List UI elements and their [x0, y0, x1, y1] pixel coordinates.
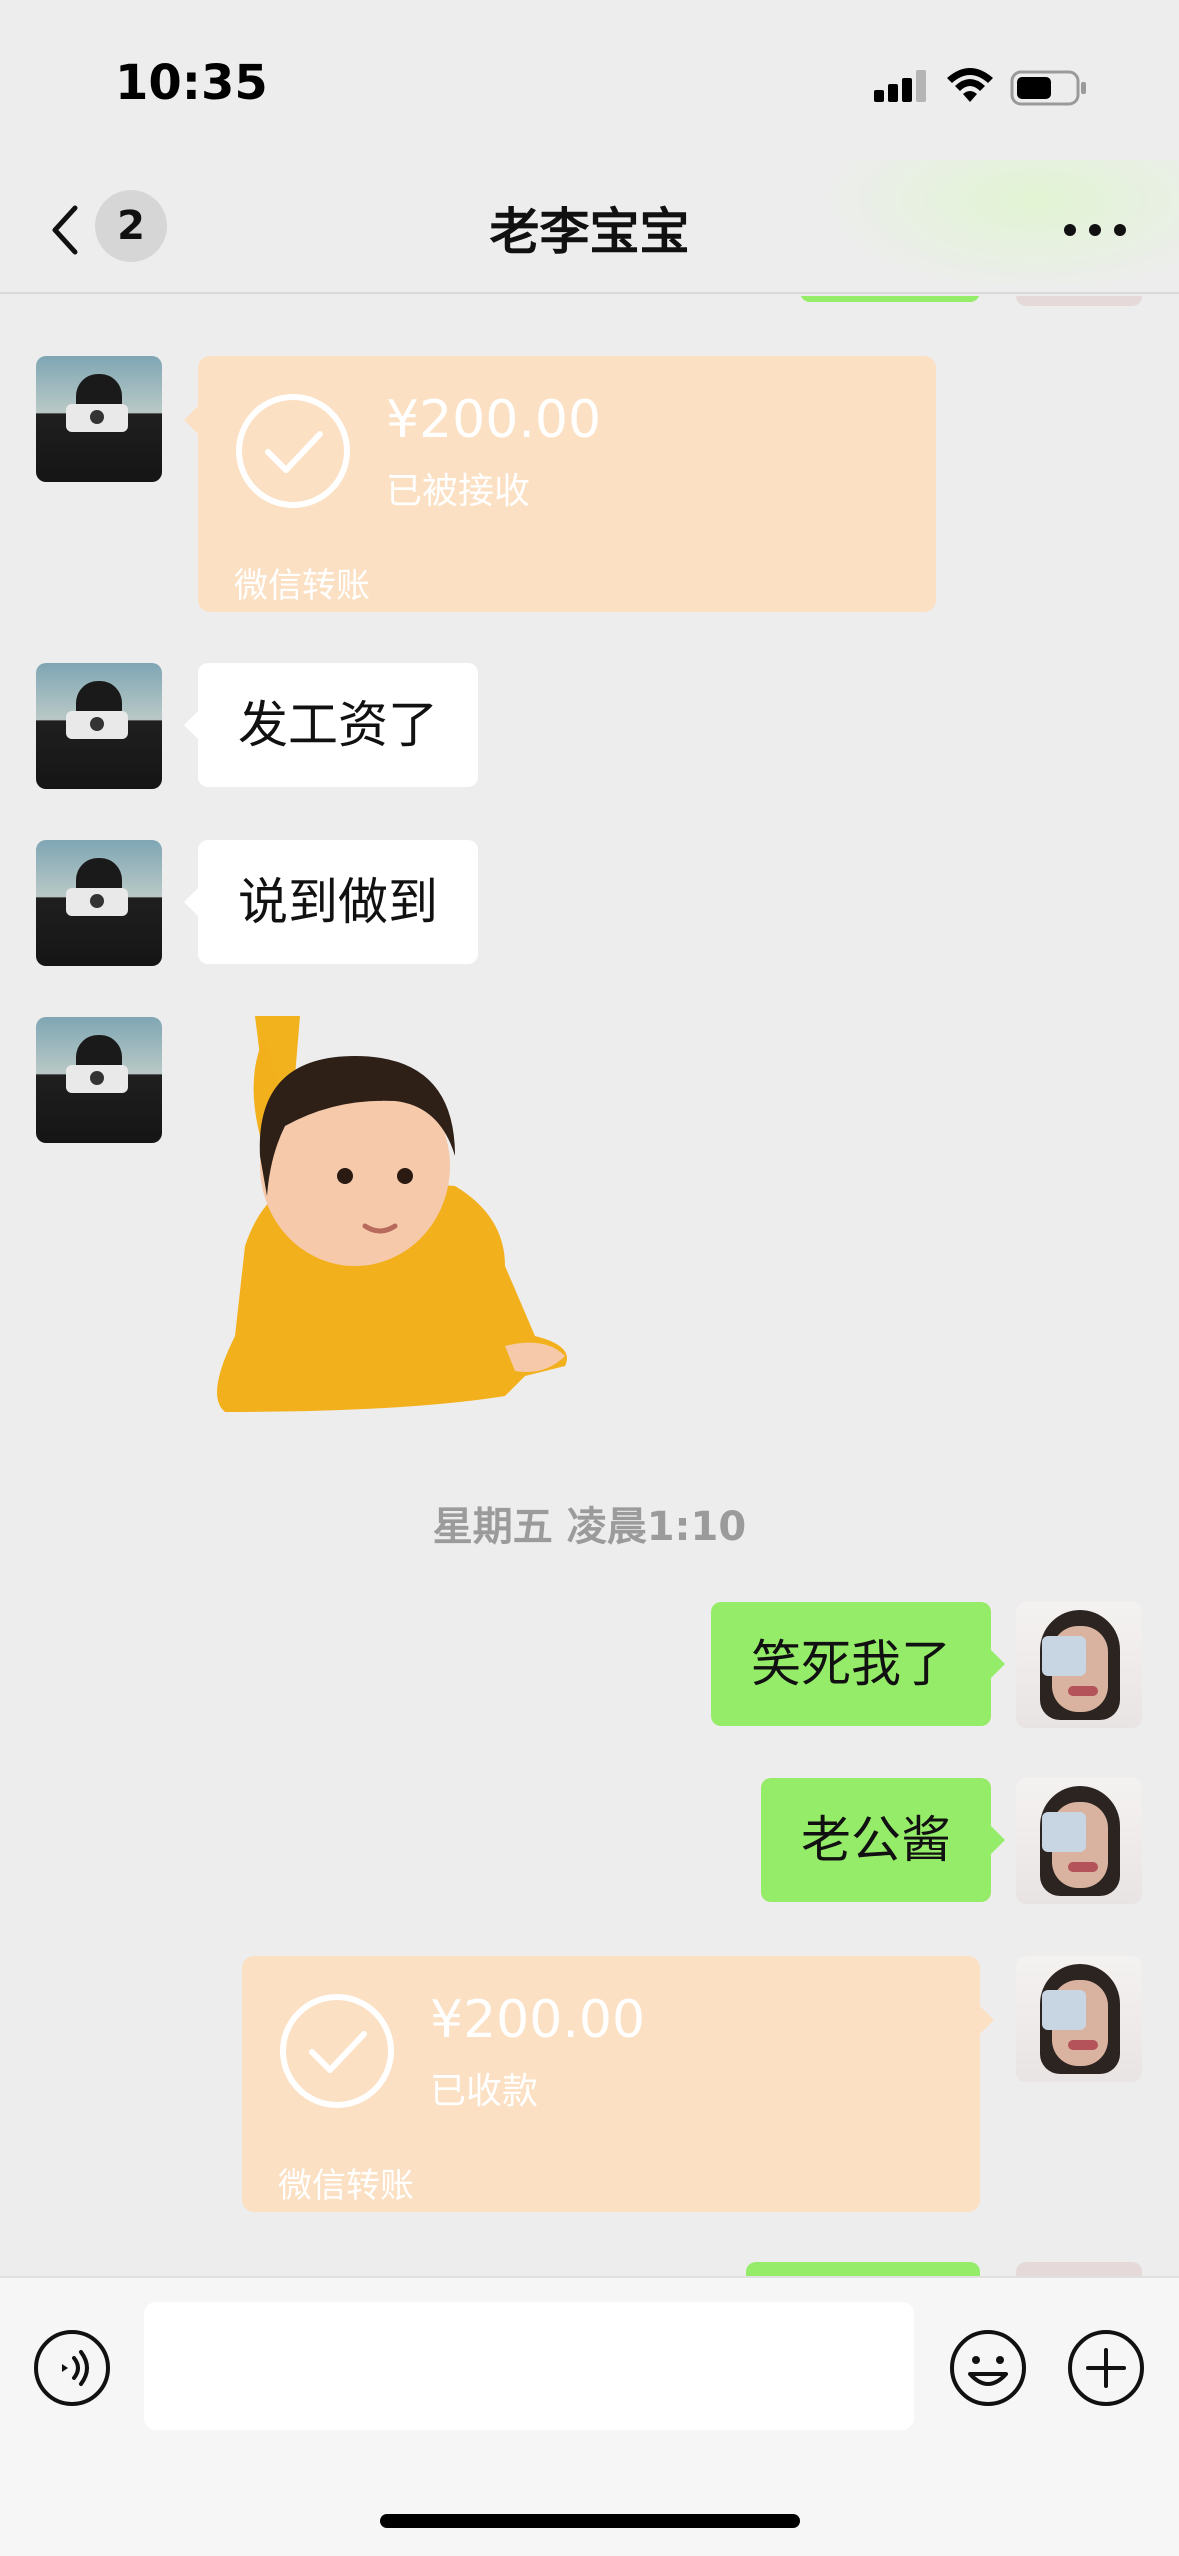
transfer-amount: ¥200.00 — [430, 1990, 646, 2050]
voice-icon[interactable] — [32, 2328, 112, 2408]
transfer-footer: 微信转账 — [278, 2166, 414, 2206]
status-bar: 10:35 — [0, 0, 1179, 160]
message-bubble[interactable]: 笑死我了 — [711, 1602, 1005, 1726]
check-circle-icon — [236, 394, 350, 508]
battery-icon — [1010, 70, 1086, 106]
more-dots-icon[interactable] — [1060, 220, 1130, 240]
transfer-card-sent[interactable]: ¥200.00 已收款 微信转账 — [242, 1956, 994, 2212]
message-input[interactable] — [144, 2302, 914, 2430]
message-timestamp: 星期五 凌晨1:10 — [432, 1504, 747, 1550]
contact-avatar[interactable] — [36, 663, 162, 789]
toddler-kungfu-sticker[interactable] — [205, 1016, 585, 1412]
message-bubble[interactable]: 老公酱 — [761, 1778, 1005, 1902]
contact-avatar[interactable] — [36, 356, 162, 482]
transfer-amount: ¥200.00 — [386, 390, 602, 450]
partial-sent-bubble[interactable] — [746, 2262, 980, 2276]
my-avatar[interactable] — [1016, 1602, 1142, 1728]
wifi-icon — [947, 68, 993, 102]
partial-sent-bubble[interactable] — [800, 296, 980, 302]
my-avatar[interactable] — [1016, 1956, 1142, 2082]
contact-avatar[interactable] — [36, 1017, 162, 1143]
message-list[interactable]: ¥200.00 已被接收 微信转账 发工资了 说到做到 星期五 凌晨1:10 笑… — [0, 296, 1179, 2276]
transfer-footer: 微信转账 — [234, 566, 370, 606]
my-avatar[interactable] — [1016, 1778, 1142, 1904]
contact-avatar[interactable] — [36, 840, 162, 966]
transfer-card-received[interactable]: ¥200.00 已被接收 微信转账 — [184, 356, 936, 612]
message-bubble[interactable]: 说到做到 — [184, 840, 478, 964]
partial-avatar[interactable] — [1016, 296, 1142, 306]
partial-avatar[interactable] — [1016, 2262, 1142, 2276]
status-time: 10:35 — [115, 55, 268, 111]
check-circle-icon — [280, 1994, 394, 2108]
plus-icon[interactable] — [1066, 2328, 1146, 2408]
home-indicator[interactable] — [380, 2514, 800, 2528]
signal-icon — [874, 70, 926, 102]
transfer-status: 已被接收 — [386, 471, 531, 512]
chat-title: 老李宝宝 — [489, 203, 690, 261]
emoji-icon[interactable] — [948, 2328, 1028, 2408]
input-bar — [0, 2276, 1179, 2556]
message-bubble[interactable]: 发工资了 — [184, 663, 478, 787]
chat-header: 2 老李宝宝 — [0, 160, 1179, 294]
transfer-status: 已收款 — [430, 2071, 539, 2112]
